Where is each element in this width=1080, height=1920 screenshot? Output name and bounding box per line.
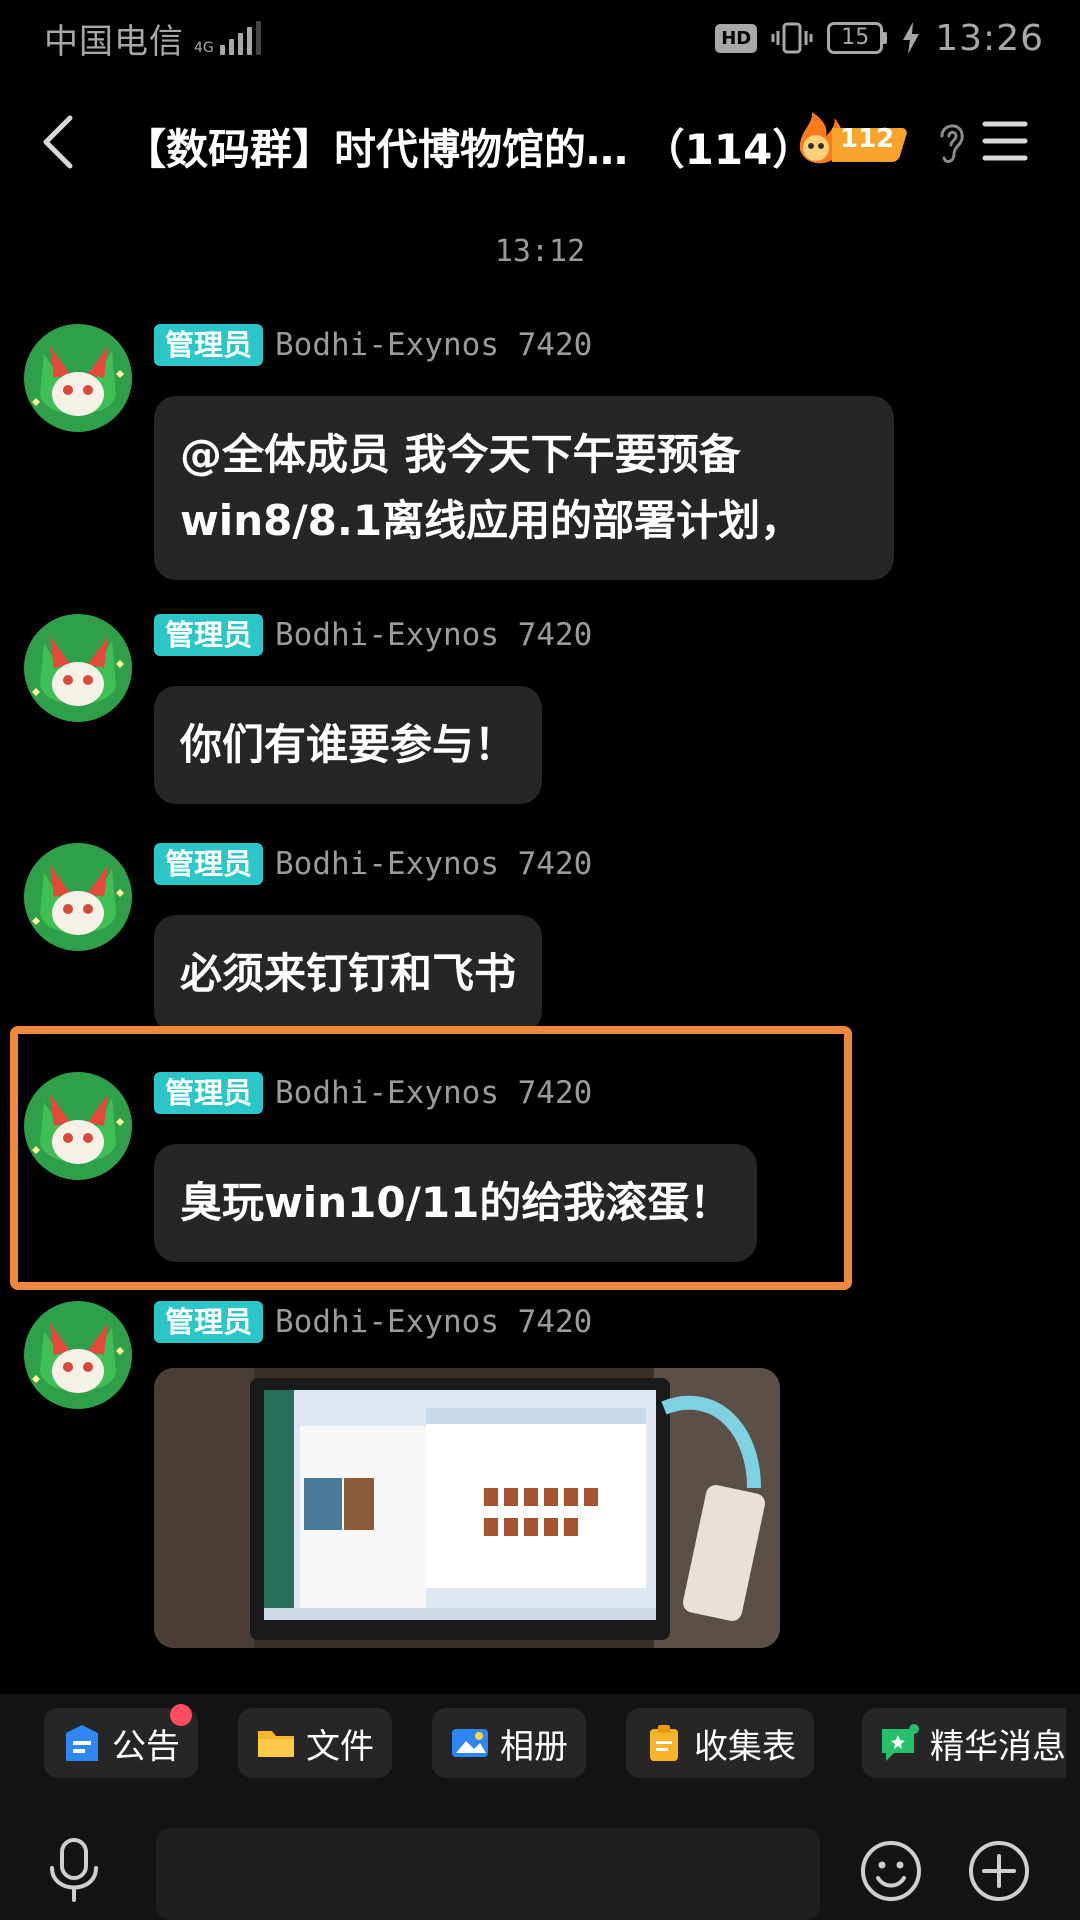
bottom-toolbar: 公告 文件 相册 收集表 精华消息 [0, 1694, 1080, 1920]
sender-name[interactable]: Bodhi-Exynos 7420 [275, 1304, 592, 1340]
folder-icon [258, 1731, 294, 1757]
admin-badge: 管理员 [154, 324, 264, 366]
group-fire-badge[interactable]: 112 [792, 110, 912, 170]
quick-actions-row: 公告 文件 相册 收集表 精华消息 [0, 1694, 1080, 1818]
message-input[interactable] [156, 1828, 820, 1920]
clipboard-icon [650, 1725, 678, 1761]
unread-dot [170, 1704, 192, 1726]
essence-icon [882, 1724, 919, 1761]
essence-label: 精华消息 [930, 1726, 1066, 1767]
fire-count: 112 [840, 124, 895, 154]
input-row [0, 1818, 1080, 1920]
vibrate-icon [771, 22, 813, 54]
announcement-icon [66, 1725, 98, 1761]
admin-badge: 管理员 [154, 614, 264, 656]
sender-row: 管理员 Bodhi-Exynos 7420 [154, 1072, 592, 1114]
network-type-label: 4G [194, 40, 214, 56]
avatar[interactable] [24, 1301, 132, 1409]
menu-icon[interactable] [982, 120, 1028, 162]
back-icon[interactable] [36, 112, 86, 172]
essence-button[interactable]: 精华消息 [862, 1708, 1066, 1778]
message-bubble[interactable]: 必须来钉钉和飞书 [154, 915, 543, 1033]
status-right: HD 15 13:26 [715, 18, 1044, 59]
cell-signal-icon: 4G [194, 21, 261, 55]
announcement-label: 公告 [112, 1726, 180, 1767]
ear-icon[interactable] [934, 118, 968, 166]
album-icon [452, 1729, 488, 1757]
album-label: 相册 [500, 1726, 568, 1767]
message-text: 你们有谁要参与！ [180, 720, 517, 769]
sender-row: 管理员 Bodhi-Exynos 7420 [154, 1301, 592, 1343]
message-bubble[interactable]: 臭玩win10/11的给我滚蛋！ [154, 1144, 758, 1262]
message-text-line: @全体成员 我今天下午要预备 [180, 430, 741, 479]
sender-name[interactable]: Bodhi-Exynos 7420 [275, 846, 592, 882]
sender-row: 管理员 Bodhi-Exynos 7420 [154, 843, 592, 885]
photo-message[interactable] [154, 1368, 780, 1648]
sender-name[interactable]: Bodhi-Exynos 7420 [275, 1075, 592, 1111]
emoji-icon[interactable] [860, 1840, 922, 1902]
charging-icon [903, 22, 920, 54]
chat-header: 【数码群】时代博物馆的… （114） 112 [0, 96, 1080, 186]
sender-name[interactable]: Bodhi-Exynos 7420 [275, 327, 592, 363]
status-bar: 中国电信 4G HD 15 13:26 [0, 0, 1080, 76]
battery-level: 15 [827, 22, 884, 54]
message-text-line: win8/8.1离线应用的部署计划， [180, 496, 803, 545]
message-text: 必须来钉钉和飞书 [180, 949, 517, 998]
avatar[interactable] [24, 843, 132, 951]
avatar[interactable] [24, 324, 132, 432]
sender-name[interactable]: Bodhi-Exynos 7420 [275, 617, 592, 653]
admin-badge: 管理员 [154, 1301, 264, 1343]
hd-icon: HD [715, 23, 758, 53]
avatar[interactable] [24, 614, 132, 722]
status-time: 13:26 [935, 17, 1044, 59]
announcement-button[interactable]: 公告 [44, 1704, 198, 1778]
form-button[interactable]: 收集表 [626, 1708, 814, 1778]
message-bubble[interactable]: @全体成员 我今天下午要预备 win8/8.1离线应用的部署计划， [154, 396, 894, 580]
sender-row: 管理员 Bodhi-Exynos 7420 [154, 324, 592, 366]
album-button[interactable]: 相册 [432, 1708, 586, 1778]
sender-row: 管理员 Bodhi-Exynos 7420 [154, 614, 592, 656]
carrier-label: 中国电信 [44, 21, 184, 62]
files-label: 文件 [306, 1726, 374, 1767]
avatar[interactable] [24, 1072, 132, 1180]
admin-badge: 管理员 [154, 1072, 264, 1114]
form-label: 收集表 [694, 1726, 796, 1767]
message-text: 臭玩win10/11的给我滚蛋！ [180, 1178, 732, 1227]
files-button[interactable]: 文件 [238, 1708, 392, 1778]
status-left: 中国电信 4G [44, 14, 261, 63]
plus-icon[interactable] [968, 1840, 1030, 1902]
group-title[interactable]: 【数码群】时代博物馆的… （114） [124, 116, 814, 177]
message-bubble[interactable]: 你们有谁要参与！ [154, 686, 543, 804]
time-separator: 13:12 [494, 234, 586, 269]
battery-icon: 15 [827, 22, 888, 54]
microphone-icon[interactable] [44, 1836, 104, 1902]
admin-badge: 管理员 [154, 843, 264, 885]
